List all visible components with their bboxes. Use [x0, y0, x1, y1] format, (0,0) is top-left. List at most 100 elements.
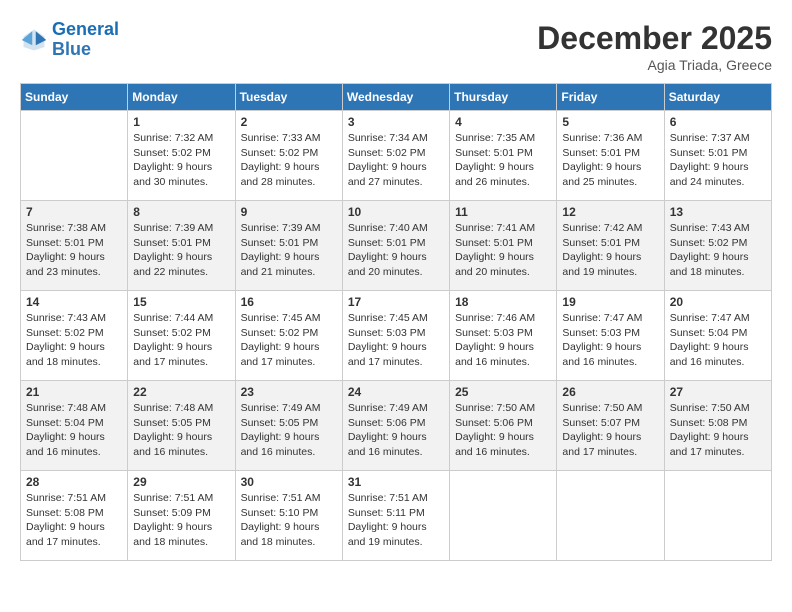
calendar-day-18: 18 Sunrise: 7:46 AM Sunset: 5:03 PM Dayli…	[450, 291, 557, 381]
logo: General Blue	[20, 20, 119, 60]
day-number: 3	[348, 115, 444, 129]
calendar-day-29: 29 Sunrise: 7:51 AM Sunset: 5:09 PM Dayli…	[128, 471, 235, 561]
day-number: 23	[241, 385, 337, 399]
calendar-empty-cell	[21, 111, 128, 201]
calendar-day-20: 20 Sunrise: 7:47 AM Sunset: 5:04 PM Dayli…	[664, 291, 771, 381]
calendar-empty-cell	[557, 471, 664, 561]
day-info: Sunrise: 7:33 AM Sunset: 5:02 PM Dayligh…	[241, 131, 337, 190]
calendar-day-26: 26 Sunrise: 7:50 AM Sunset: 5:07 PM Dayli…	[557, 381, 664, 471]
title-block: December 2025 Agia Triada, Greece	[537, 20, 772, 73]
day-number: 11	[455, 205, 551, 219]
day-info: Sunrise: 7:34 AM Sunset: 5:02 PM Dayligh…	[348, 131, 444, 190]
calendar-week-row: 14Sunrise: 7:43 AM Sunset: 5:02 PM Dayli…	[21, 291, 772, 381]
col-header-saturday: Saturday	[664, 84, 771, 111]
day-number: 19	[562, 295, 658, 309]
calendar-day-16: 16Sunrise: 7:45 AM Sunset: 5:02 PM Dayli…	[235, 291, 342, 381]
calendar-day-17: 17 Sunrise: 7:45 AM Sunset: 5:03 PM Dayli…	[342, 291, 449, 381]
calendar-week-row: 7 Sunrise: 7:38 AM Sunset: 5:01 PM Daylig…	[21, 201, 772, 291]
location-subtitle: Agia Triada, Greece	[537, 57, 772, 73]
col-header-wednesday: Wednesday	[342, 84, 449, 111]
day-info: Sunrise: 7:43 AM Sunset: 5:02 PM Dayligh…	[26, 311, 122, 370]
calendar-day-7: 7 Sunrise: 7:38 AM Sunset: 5:01 PM Daylig…	[21, 201, 128, 291]
day-number: 26	[562, 385, 658, 399]
day-number: 12	[562, 205, 658, 219]
calendar-empty-cell	[450, 471, 557, 561]
day-info: Sunrise: 7:51 AM Sunset: 5:09 PM Dayligh…	[133, 491, 229, 550]
day-info: Sunrise: 7:39 AM Sunset: 5:01 PM Dayligh…	[241, 221, 337, 280]
day-number: 6	[670, 115, 766, 129]
day-number: 29	[133, 475, 229, 489]
day-info: Sunrise: 7:38 AM Sunset: 5:01 PM Dayligh…	[26, 221, 122, 280]
day-number: 31	[348, 475, 444, 489]
calendar-day-14: 14Sunrise: 7:43 AM Sunset: 5:02 PM Dayli…	[21, 291, 128, 381]
day-number: 13	[670, 205, 766, 219]
col-header-friday: Friday	[557, 84, 664, 111]
calendar-week-row: 21Sunrise: 7:48 AM Sunset: 5:04 PM Dayli…	[21, 381, 772, 471]
calendar-day-23: 23 Sunrise: 7:49 AM Sunset: 5:05 PM Dayli…	[235, 381, 342, 471]
day-info: Sunrise: 7:50 AM Sunset: 5:08 PM Dayligh…	[670, 401, 766, 460]
page-header: General Blue December 2025 Agia Triada, …	[20, 20, 772, 73]
day-info: Sunrise: 7:47 AM Sunset: 5:03 PM Dayligh…	[562, 311, 658, 370]
day-number: 4	[455, 115, 551, 129]
day-info: Sunrise: 7:47 AM Sunset: 5:04 PM Dayligh…	[670, 311, 766, 370]
calendar-day-6: 6 Sunrise: 7:37 AM Sunset: 5:01 PM Daylig…	[664, 111, 771, 201]
day-number: 5	[562, 115, 658, 129]
day-info: Sunrise: 7:44 AM Sunset: 5:02 PM Dayligh…	[133, 311, 229, 370]
day-number: 30	[241, 475, 337, 489]
calendar-day-12: 12 Sunrise: 7:42 AM Sunset: 5:01 PM Dayli…	[557, 201, 664, 291]
day-number: 27	[670, 385, 766, 399]
day-number: 15	[133, 295, 229, 309]
day-number: 2	[241, 115, 337, 129]
calendar-day-24: 24 Sunrise: 7:49 AM Sunset: 5:06 PM Dayli…	[342, 381, 449, 471]
day-number: 25	[455, 385, 551, 399]
calendar-day-1: 1 Sunrise: 7:32 AM Sunset: 5:02 PM Daylig…	[128, 111, 235, 201]
day-info: Sunrise: 7:32 AM Sunset: 5:02 PM Dayligh…	[133, 131, 229, 190]
calendar-day-31: 31 Sunrise: 7:51 AM Sunset: 5:11 PM Dayli…	[342, 471, 449, 561]
day-number: 20	[670, 295, 766, 309]
col-header-tuesday: Tuesday	[235, 84, 342, 111]
calendar-day-8: 8Sunrise: 7:39 AM Sunset: 5:01 PM Daylig…	[128, 201, 235, 291]
calendar-empty-cell	[664, 471, 771, 561]
calendar-week-row: 28Sunrise: 7:51 AM Sunset: 5:08 PM Dayli…	[21, 471, 772, 561]
logo-general: General	[52, 19, 119, 39]
day-number: 10	[348, 205, 444, 219]
calendar-day-4: 4 Sunrise: 7:35 AM Sunset: 5:01 PM Daylig…	[450, 111, 557, 201]
logo-blue: Blue	[52, 39, 91, 59]
day-info: Sunrise: 7:42 AM Sunset: 5:01 PM Dayligh…	[562, 221, 658, 280]
col-header-thursday: Thursday	[450, 84, 557, 111]
day-number: 1	[133, 115, 229, 129]
day-info: Sunrise: 7:40 AM Sunset: 5:01 PM Dayligh…	[348, 221, 444, 280]
logo-icon	[20, 26, 48, 54]
day-number: 18	[455, 295, 551, 309]
calendar-day-22: 22Sunrise: 7:48 AM Sunset: 5:05 PM Dayli…	[128, 381, 235, 471]
calendar-day-30: 30 Sunrise: 7:51 AM Sunset: 5:10 PM Dayli…	[235, 471, 342, 561]
day-info: Sunrise: 7:51 AM Sunset: 5:10 PM Dayligh…	[241, 491, 337, 550]
day-info: Sunrise: 7:41 AM Sunset: 5:01 PM Dayligh…	[455, 221, 551, 280]
calendar-day-21: 21Sunrise: 7:48 AM Sunset: 5:04 PM Dayli…	[21, 381, 128, 471]
calendar-header-row: SundayMondayTuesdayWednesdayThursdayFrid…	[21, 84, 772, 111]
calendar-table: SundayMondayTuesdayWednesdayThursdayFrid…	[20, 83, 772, 561]
day-number: 7	[26, 205, 122, 219]
day-number: 24	[348, 385, 444, 399]
calendar-day-19: 19 Sunrise: 7:47 AM Sunset: 5:03 PM Dayli…	[557, 291, 664, 381]
calendar-day-10: 10 Sunrise: 7:40 AM Sunset: 5:01 PM Dayli…	[342, 201, 449, 291]
day-info: Sunrise: 7:50 AM Sunset: 5:06 PM Dayligh…	[455, 401, 551, 460]
day-info: Sunrise: 7:46 AM Sunset: 5:03 PM Dayligh…	[455, 311, 551, 370]
day-info: Sunrise: 7:35 AM Sunset: 5:01 PM Dayligh…	[455, 131, 551, 190]
day-info: Sunrise: 7:43 AM Sunset: 5:02 PM Dayligh…	[670, 221, 766, 280]
day-info: Sunrise: 7:37 AM Sunset: 5:01 PM Dayligh…	[670, 131, 766, 190]
col-header-sunday: Sunday	[21, 84, 128, 111]
day-number: 22	[133, 385, 229, 399]
day-info: Sunrise: 7:49 AM Sunset: 5:06 PM Dayligh…	[348, 401, 444, 460]
day-info: Sunrise: 7:39 AM Sunset: 5:01 PM Dayligh…	[133, 221, 229, 280]
day-info: Sunrise: 7:51 AM Sunset: 5:11 PM Dayligh…	[348, 491, 444, 550]
day-info: Sunrise: 7:45 AM Sunset: 5:03 PM Dayligh…	[348, 311, 444, 370]
day-info: Sunrise: 7:49 AM Sunset: 5:05 PM Dayligh…	[241, 401, 337, 460]
calendar-day-11: 11 Sunrise: 7:41 AM Sunset: 5:01 PM Dayli…	[450, 201, 557, 291]
day-number: 9	[241, 205, 337, 219]
day-number: 17	[348, 295, 444, 309]
calendar-day-27: 27 Sunrise: 7:50 AM Sunset: 5:08 PM Dayli…	[664, 381, 771, 471]
calendar-week-row: 1 Sunrise: 7:32 AM Sunset: 5:02 PM Daylig…	[21, 111, 772, 201]
day-info: Sunrise: 7:50 AM Sunset: 5:07 PM Dayligh…	[562, 401, 658, 460]
calendar-day-15: 15 Sunrise: 7:44 AM Sunset: 5:02 PM Dayli…	[128, 291, 235, 381]
